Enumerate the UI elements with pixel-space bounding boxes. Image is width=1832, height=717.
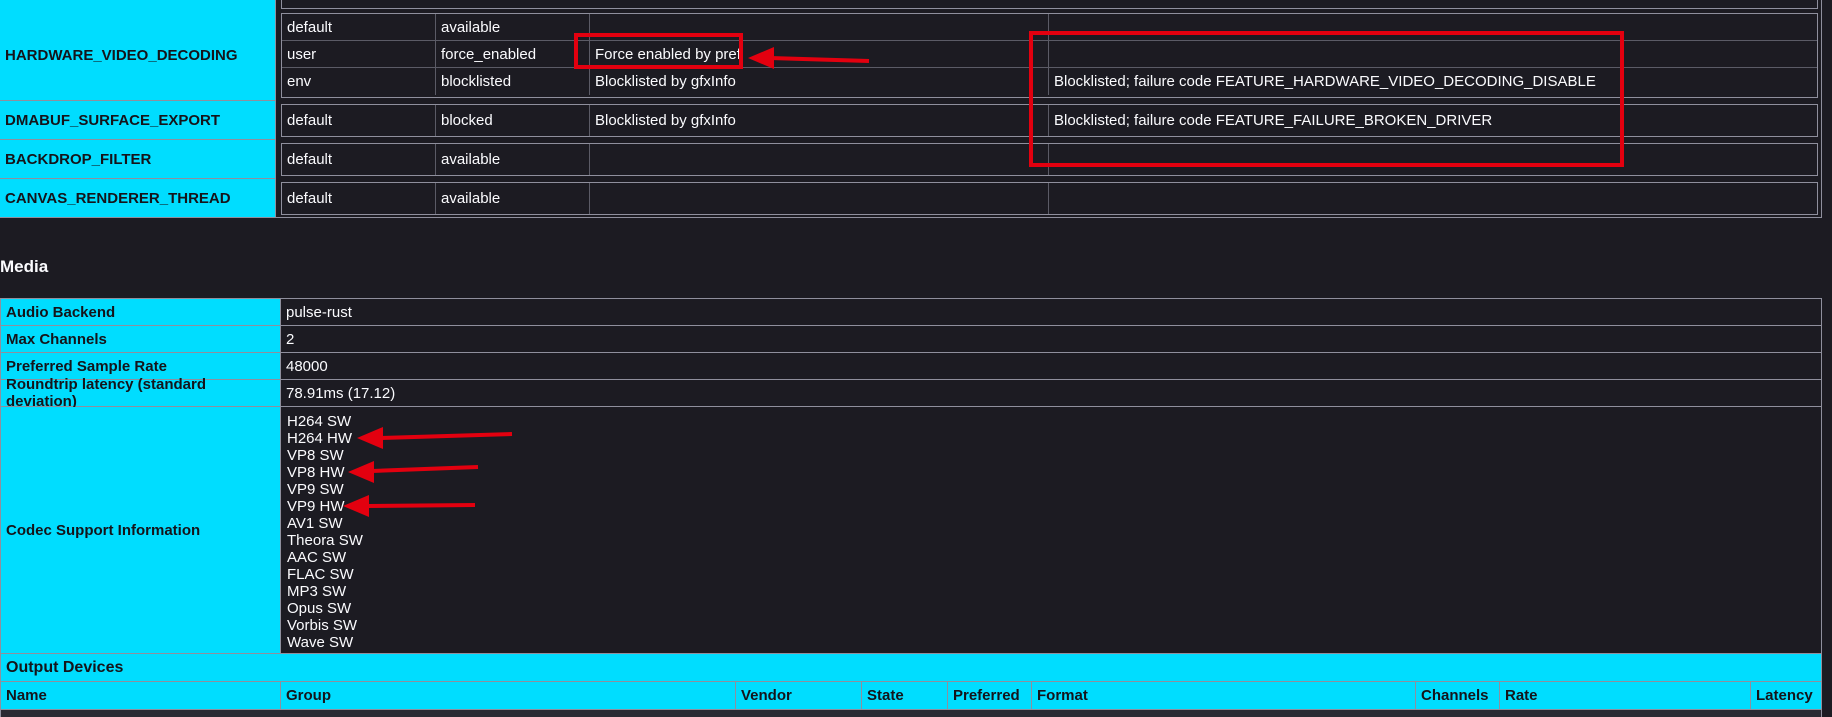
column-header-group[interactable]: Group bbox=[281, 682, 736, 709]
feature-message: Blocklisted by gfxInfo bbox=[590, 105, 1049, 136]
feature-detail-table: default blocked Blocklisted by gfxInfo B… bbox=[281, 104, 1818, 137]
media-table: Audio Backend pulse-rust Max Channels 2 … bbox=[0, 298, 1822, 717]
feature-type: default bbox=[282, 105, 436, 136]
feature-message bbox=[590, 183, 1049, 214]
media-value: 78.91ms (17.12) bbox=[286, 384, 396, 402]
feature-type: user bbox=[282, 41, 436, 67]
feature-name: DMABUF_SURFACE_EXPORT bbox=[0, 101, 276, 140]
codec-item: Opus SW bbox=[287, 600, 352, 617]
feature-status: force_enabled bbox=[436, 41, 590, 67]
codec-item: VP9 SW bbox=[287, 481, 344, 498]
media-row-codecs: Codec Support Information H264 SW H264 H… bbox=[1, 407, 1821, 654]
feature-detail-table: default available user force_enabled For… bbox=[281, 13, 1818, 98]
media-row-latency: Roundtrip latency (standard deviation) 7… bbox=[1, 376, 1821, 410]
feature-type: env bbox=[282, 68, 436, 95]
media-row-audio-backend: Audio Backend pulse-rust bbox=[1, 299, 1821, 326]
feature-status: available bbox=[436, 183, 590, 214]
media-label: Max Channels bbox=[1, 326, 281, 352]
feature-failure bbox=[1049, 144, 1817, 175]
feature-status: blocklisted bbox=[436, 68, 590, 95]
feature-type: default bbox=[282, 14, 436, 40]
feature-row: HARDWARE_VIDEO_DECODING default availabl… bbox=[0, 10, 1822, 101]
column-header-name[interactable]: Name bbox=[1, 682, 281, 709]
codec-item: VP9 HW bbox=[287, 498, 345, 515]
feature-detail-previous bbox=[281, 0, 1818, 9]
codec-item: Theora SW bbox=[287, 532, 363, 549]
codec-item: Wave SW bbox=[287, 634, 354, 651]
media-label: Codec Support Information bbox=[1, 407, 281, 653]
feature-name: BACKDROP_FILTER bbox=[0, 140, 276, 179]
about-support-page: HARDWARE_VIDEO_DECODING default availabl… bbox=[0, 0, 1832, 717]
feature-row: CANVAS_RENDERER_THREAD default available bbox=[0, 179, 1822, 218]
output-devices-title: Output Devices bbox=[6, 659, 124, 676]
feature-status: available bbox=[436, 144, 590, 175]
feature-detail-row: default blocked Blocklisted by gfxInfo B… bbox=[282, 105, 1817, 136]
codec-item: MP3 SW bbox=[287, 583, 347, 600]
feature-detail-row: user force_enabled Force enabled by pref bbox=[282, 41, 1817, 68]
feature-type: default bbox=[282, 183, 436, 214]
output-devices-heading: Output Devices bbox=[1, 654, 1821, 682]
media-row-max-channels: Max Channels 2 bbox=[1, 326, 1821, 353]
section-title-media: Media bbox=[0, 257, 49, 276]
feature-detail-table: default available bbox=[281, 182, 1818, 215]
media-value: 2 bbox=[286, 330, 295, 348]
feature-message bbox=[590, 144, 1049, 175]
feature-detail-row: default available bbox=[282, 183, 1817, 214]
codec-item: H264 HW bbox=[287, 430, 353, 447]
feature-message bbox=[590, 14, 1049, 40]
feature-name: HARDWARE_VIDEO_DECODING bbox=[0, 10, 276, 101]
feature-message: Force enabled by pref bbox=[590, 41, 1049, 67]
codec-item: H264 SW bbox=[287, 413, 352, 430]
feature-detail-row: default available bbox=[282, 144, 1817, 175]
feature-row: DMABUF_SURFACE_EXPORT default blocked Bl… bbox=[0, 101, 1822, 140]
codec-item: AAC SW bbox=[287, 549, 347, 566]
column-header-preferred[interactable]: Preferred bbox=[948, 682, 1032, 709]
column-header-state[interactable]: State bbox=[862, 682, 948, 709]
media-label: Audio Backend bbox=[1, 299, 281, 325]
column-header-rate[interactable]: Rate bbox=[1500, 682, 1751, 709]
media-value: 48000 bbox=[286, 357, 328, 375]
feature-row: BACKDROP_FILTER default available bbox=[0, 140, 1822, 179]
codec-item: VP8 SW bbox=[287, 447, 344, 464]
feature-table-border bbox=[0, 217, 1822, 218]
feature-failure: Blocklisted; failure code FEATURE_HARDWA… bbox=[1054, 73, 1596, 90]
feature-type: default bbox=[282, 144, 436, 175]
column-header-latency[interactable]: Latency bbox=[1751, 682, 1823, 709]
feature-detail-table: default available bbox=[281, 143, 1818, 176]
output-devices-body bbox=[1, 710, 1821, 717]
output-devices-header-row: Name Group Vendor State Preferred Format… bbox=[1, 682, 1821, 710]
feature-detail-row: env blocklisted Blocklisted by gfxInfo B… bbox=[282, 68, 1817, 95]
media-label: Roundtrip latency (standard deviation) bbox=[1, 376, 281, 410]
feature-failure bbox=[1049, 14, 1817, 40]
media-value: pulse-rust bbox=[286, 303, 352, 321]
column-header-vendor[interactable]: Vendor bbox=[736, 682, 862, 709]
feature-failure: Blocklisted; failure code FEATURE_FAILUR… bbox=[1054, 112, 1493, 129]
feature-failure bbox=[1049, 183, 1817, 214]
feature-message: Blocklisted by gfxInfo bbox=[590, 68, 1049, 95]
feature-status: blocked bbox=[436, 105, 590, 136]
column-header-channels[interactable]: Channels bbox=[1416, 682, 1500, 709]
codec-item: Vorbis SW bbox=[287, 617, 358, 634]
feature-name: CANVAS_RENDERER_THREAD bbox=[0, 179, 276, 218]
feature-status: available bbox=[436, 14, 590, 40]
codec-item: VP8 HW bbox=[287, 464, 345, 481]
column-header-format[interactable]: Format bbox=[1032, 682, 1416, 709]
codec-item: FLAC SW bbox=[287, 566, 354, 583]
codec-item: AV1 SW bbox=[287, 515, 343, 532]
feature-detail-row: default available bbox=[282, 14, 1817, 41]
feature-failure bbox=[1049, 41, 1817, 67]
feature-table-border bbox=[1821, 0, 1822, 218]
codec-list: H264 SW H264 HW VP8 SW VP8 HW VP9 SW VP9… bbox=[287, 413, 363, 651]
